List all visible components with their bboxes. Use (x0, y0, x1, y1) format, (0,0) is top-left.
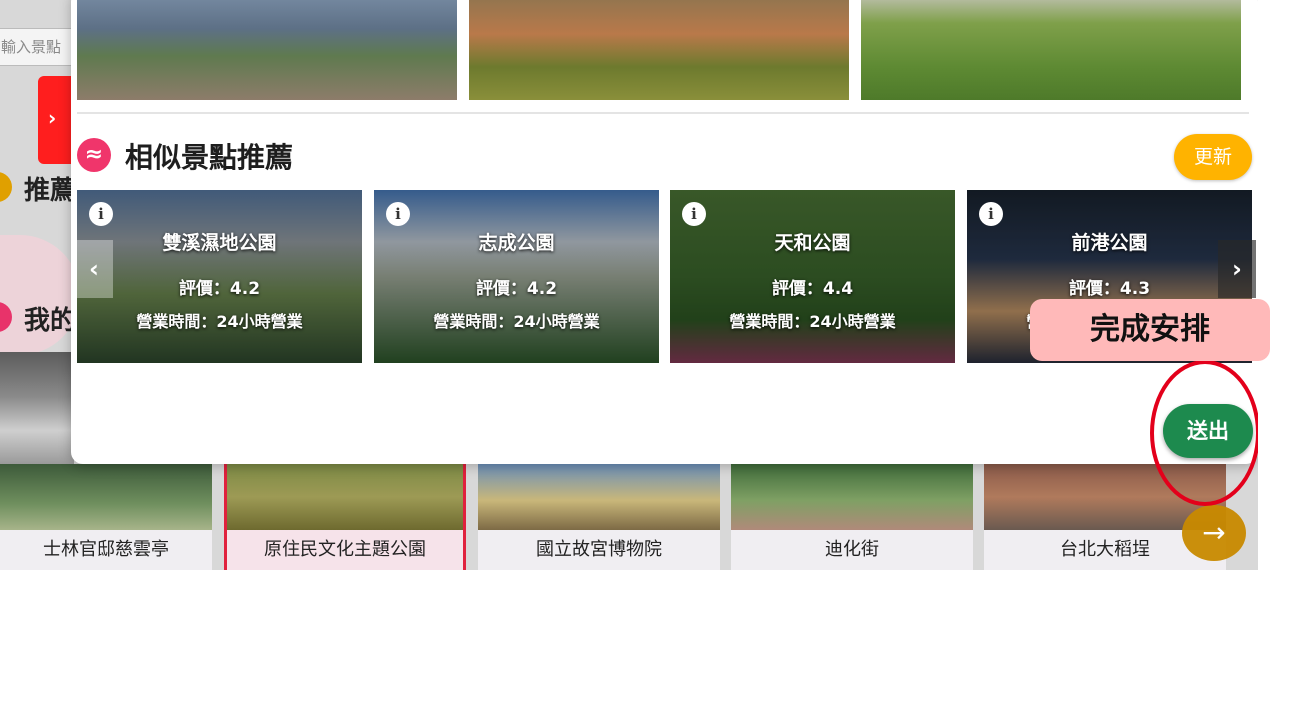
decorative-shape (0, 235, 80, 355)
info-icon[interactable]: i (682, 202, 706, 226)
attraction-card[interactable]: i 天和公園 評價：4.4 營業時間：24小時營業 (670, 190, 955, 363)
itinerary-item[interactable]: 迪化街 (731, 464, 973, 570)
recommend-icon (0, 172, 12, 202)
info-icon[interactable]: i (386, 202, 410, 226)
attraction-image (861, 0, 1241, 100)
info-icon[interactable]: i (979, 202, 1003, 226)
complete-arrangement-tooltip: 完成安排 (1030, 299, 1270, 361)
app-screen: 輸入景點 › 推薦 我的 士林官邸慈雲亭 原住民文化主題公園 國立故宮博物院 迪… (0, 0, 1258, 570)
attraction-card[interactable]: i 志成公園 評價：4.2 營業時間：24小時營業 (374, 190, 659, 363)
attraction-image (0, 352, 74, 464)
attraction-image-row (77, 0, 1247, 100)
highlight-ring (1150, 360, 1258, 506)
carousel-prev-button[interactable]: ‹ (75, 240, 113, 298)
next-arrow-button[interactable]: → (1182, 505, 1246, 561)
itinerary-item[interactable]: 國立故宮博物院 (478, 464, 720, 570)
itinerary-item-selected[interactable]: 原住民文化主題公園 (224, 464, 466, 570)
attraction-card[interactable]: i 雙溪濕地公園 評價：4.2 營業時間：24小時營業 (77, 190, 362, 363)
carousel-next-button[interactable]: › (1218, 240, 1256, 298)
attraction-image (77, 0, 457, 100)
section-title: 相似景點推薦 (125, 141, 294, 174)
my-list-heading: 我的 (0, 296, 80, 336)
recommend-heading: 推薦 (0, 166, 80, 206)
itinerary-item[interactable]: 士林官邸慈雲亭 (0, 464, 212, 570)
divider (77, 112, 1249, 114)
similar-section-header: ≈ 相似景點推薦 更新 (77, 134, 1252, 180)
attraction-image (469, 0, 849, 100)
info-icon[interactable]: i (89, 202, 113, 226)
refresh-button[interactable]: 更新 (1174, 134, 1252, 180)
chevron-right-icon: › (48, 106, 57, 130)
recommendation-modal: ≈ 相似景點推薦 更新 i 雙溪濕地公園 評價：4.2 營業時間：24小時營業 … (71, 0, 1258, 464)
my-list-icon (0, 302, 12, 332)
similar-icon: ≈ (77, 138, 111, 172)
itinerary-strip: 士林官邸慈雲亭 原住民文化主題公園 國立故宮博物院 迪化街 台北大稻埕 (0, 464, 1258, 570)
